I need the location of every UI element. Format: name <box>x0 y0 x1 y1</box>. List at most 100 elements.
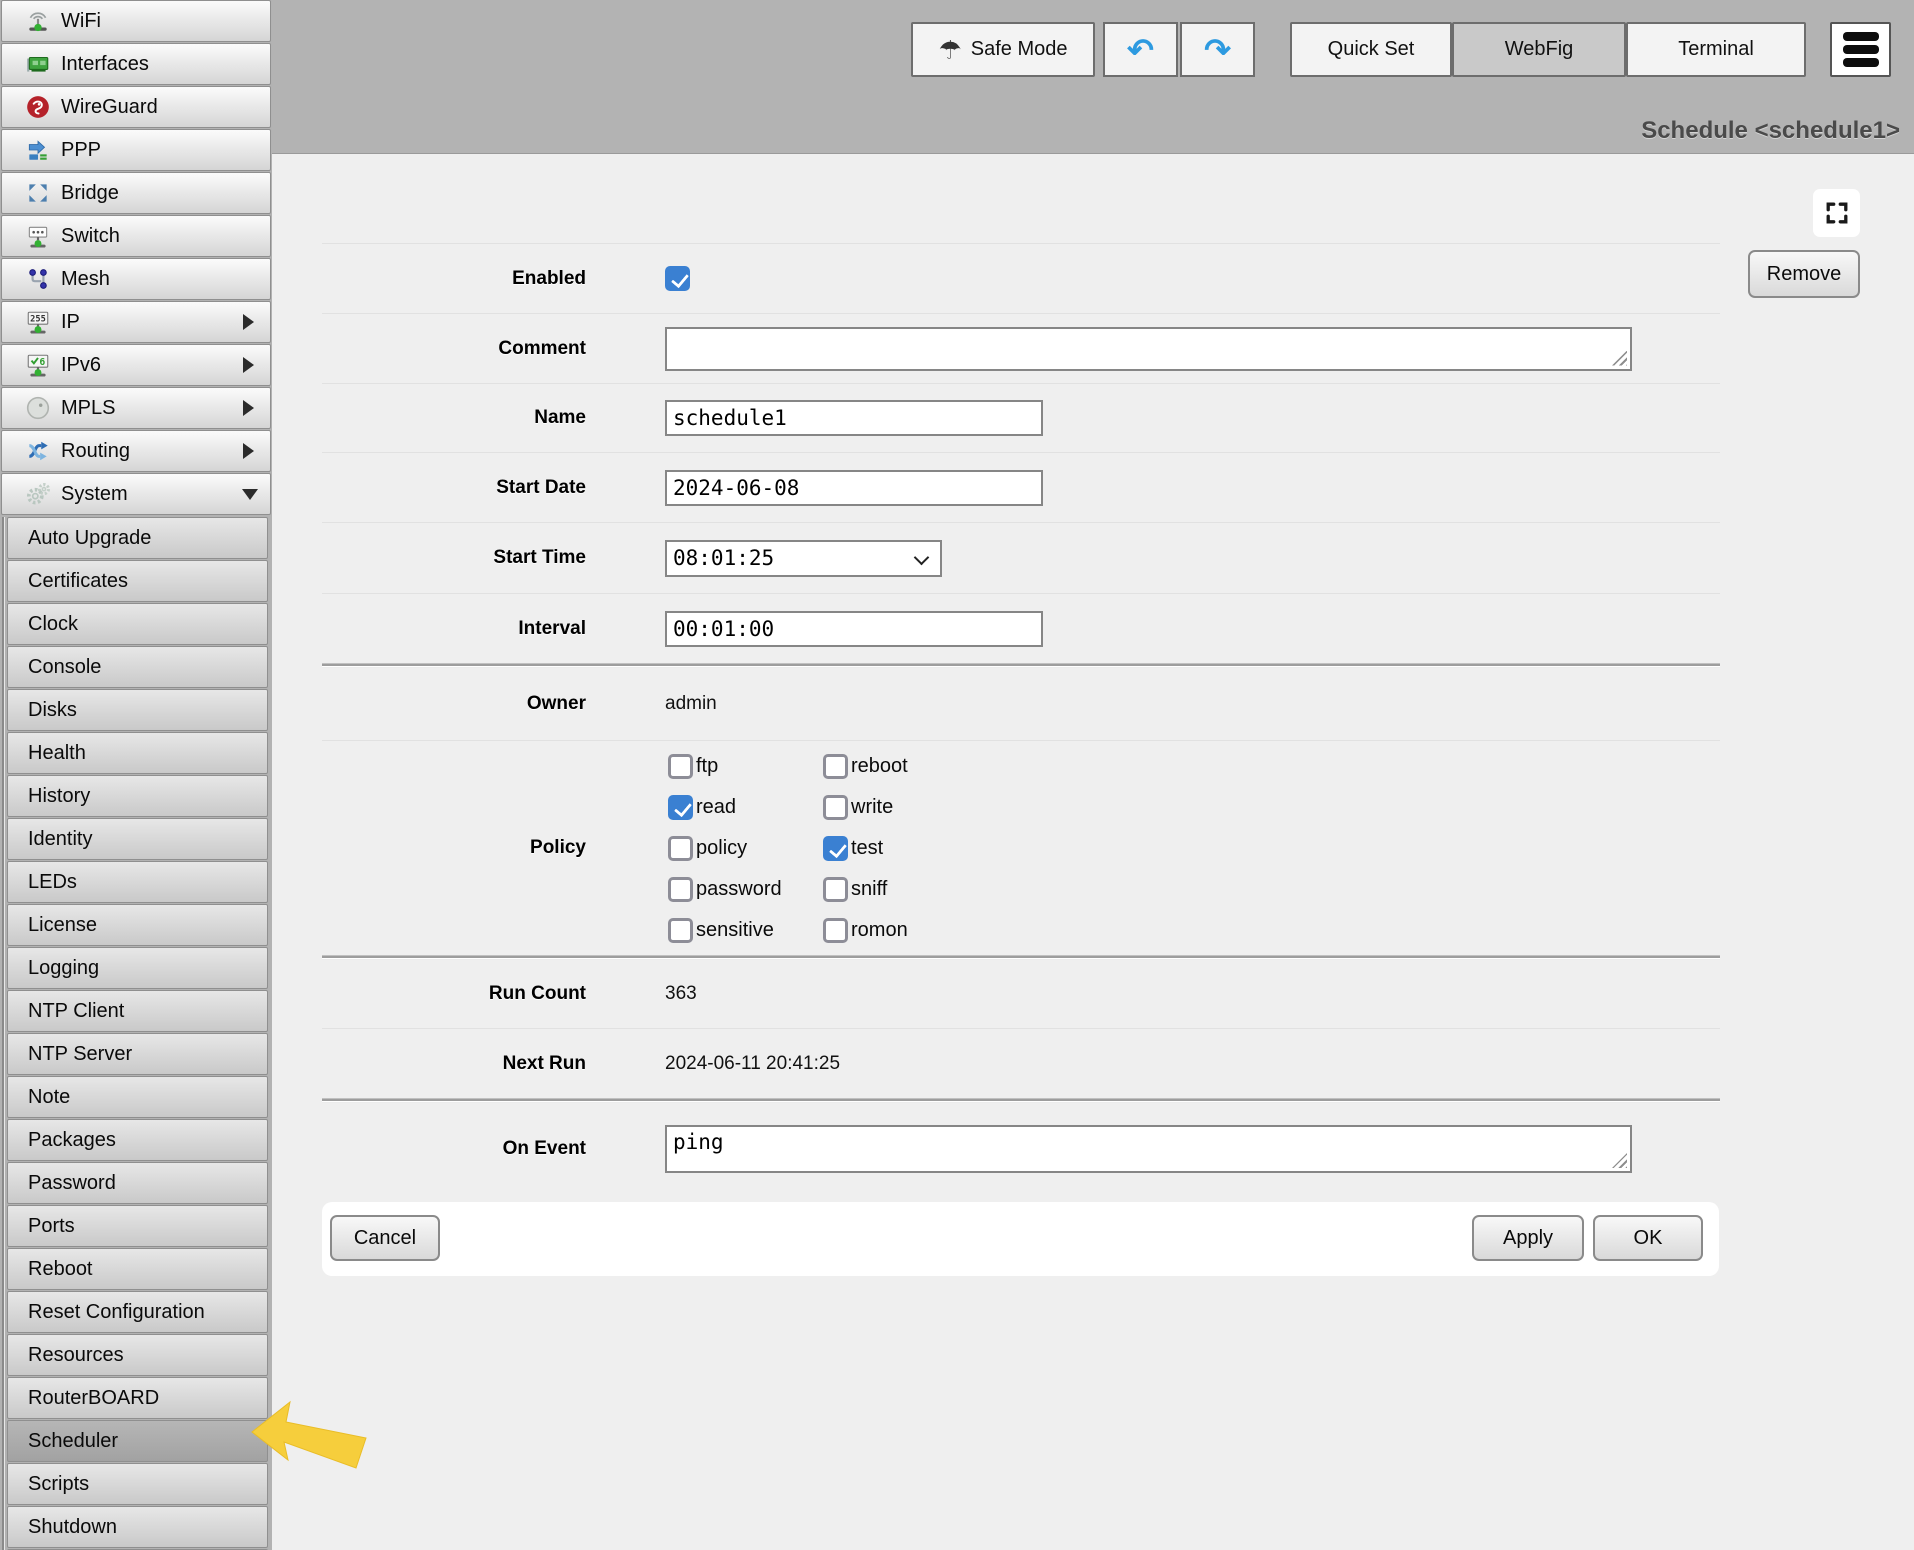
sidebar-subitem[interactable]: Note <box>7 1076 268 1118</box>
policy-option[interactable]: sniff <box>823 877 908 902</box>
umbrella-icon: ☂ <box>938 37 961 63</box>
policy-option[interactable]: test <box>823 836 908 861</box>
terminal-tab[interactable]: Terminal <box>1626 22 1806 77</box>
policy-option[interactable]: romon <box>823 918 908 943</box>
sidebar-subitem[interactable]: Health <box>7 732 268 774</box>
sidebar-subitem-label: Auto Upgrade <box>28 527 151 550</box>
policy-checkbox[interactable] <box>668 836 693 861</box>
policy-checkbox[interactable] <box>823 836 848 861</box>
interfaces-icon <box>24 50 52 78</box>
safe-mode-label: Safe Mode <box>971 38 1068 61</box>
policy-option-label: sensitive <box>696 919 774 942</box>
policy-checkbox[interactable] <box>823 754 848 779</box>
policy-checkbox[interactable] <box>668 795 693 820</box>
sidebar-item[interactable]: 255 IP <box>1 301 271 343</box>
sidebar-subitem-label: Password <box>28 1172 116 1195</box>
sidebar-subitem[interactable]: Clock <box>7 603 268 645</box>
ok-button[interactable]: OK <box>1593 1215 1703 1261</box>
sidebar-subitem[interactable]: LEDs <box>7 861 268 903</box>
sidebar-subitem[interactable]: Console <box>7 646 268 688</box>
policy-option[interactable]: read <box>668 795 823 820</box>
on-event-row: On Event ping <box>322 1103 1720 1195</box>
sidebar-subitem[interactable]: Identity <box>7 818 268 860</box>
wireguard-icon <box>24 93 52 121</box>
policy-option[interactable]: password <box>668 877 823 902</box>
hamburger-menu-button[interactable] <box>1830 22 1891 77</box>
interval-input[interactable] <box>665 611 1043 647</box>
policy-checkbox[interactable] <box>668 918 693 943</box>
webfig-tab[interactable]: WebFig <box>1452 22 1626 77</box>
start-time-row: Start Time 08:01:25 <box>322 522 1720 593</box>
interval-row: Interval <box>322 593 1720 663</box>
sidebar-subitem[interactable]: Packages <box>7 1119 268 1161</box>
run-count-label: Run Count <box>322 983 586 1005</box>
fullscreen-icon[interactable] <box>1813 189 1860 237</box>
policy-option[interactable]: reboot <box>823 754 908 779</box>
sidebar-item[interactable]: PPP <box>1 129 271 171</box>
cancel-button[interactable]: Cancel <box>330 1215 440 1261</box>
redo-button[interactable]: ↷ <box>1180 22 1255 77</box>
sidebar-item-label: IP <box>61 311 80 334</box>
sidebar-item[interactable]: WiFi <box>1 0 271 42</box>
policy-option[interactable]: write <box>823 795 908 820</box>
sidebar-subitem[interactable]: NTP Client <box>7 990 268 1032</box>
sidebar-subitem[interactable]: Auto Upgrade <box>7 517 268 559</box>
policy-checkbox[interactable] <box>823 877 848 902</box>
start-date-row: Start Date <box>322 452 1720 522</box>
sidebar-subitem-label: NTP Client <box>28 1000 124 1023</box>
sidebar-subitem[interactable]: Certificates <box>7 560 268 602</box>
sidebar-subitem[interactable]: Shutdown <box>7 1506 268 1548</box>
sidebar-item[interactable]: MPLS <box>1 387 271 429</box>
sidebar-subitem-label: NTP Server <box>28 1043 132 1066</box>
sidebar-subitem[interactable]: Resources <box>7 1334 268 1376</box>
sidebar-item[interactable]: System <box>1 473 271 515</box>
safe-mode-button[interactable]: ☂ Safe Mode <box>911 22 1095 77</box>
sidebar-subitem[interactable]: NTP Server <box>7 1033 268 1075</box>
sidebar-subitem[interactable]: Logging <box>7 947 268 989</box>
sidebar-item[interactable]: WireGuard <box>1 86 271 128</box>
policy-option[interactable]: policy <box>668 836 823 861</box>
owner-value: admin <box>665 693 717 715</box>
sidebar-subitem[interactable]: History <box>7 775 268 817</box>
name-input[interactable] <box>665 400 1043 436</box>
on-event-label: On Event <box>322 1138 586 1160</box>
apply-button[interactable]: Apply <box>1472 1215 1584 1261</box>
sidebar-item-label: Switch <box>61 225 120 248</box>
undo-button[interactable]: ↶ <box>1103 22 1178 77</box>
sidebar-subitem[interactable]: Scheduler <box>7 1420 268 1462</box>
sidebar-subitem[interactable]: Scripts <box>7 1463 268 1505</box>
policy-option[interactable]: sensitive <box>668 918 823 943</box>
quick-set-tab[interactable]: Quick Set <box>1290 22 1452 77</box>
enabled-checkbox[interactable] <box>665 266 690 291</box>
policy-option[interactable]: ftp <box>668 754 823 779</box>
sidebar-item[interactable]: Switch <box>1 215 271 257</box>
remove-button[interactable]: Remove <box>1748 250 1860 298</box>
sidebar-subitem[interactable]: Reset Configuration <box>7 1291 268 1333</box>
policy-checkbox[interactable] <box>668 754 693 779</box>
svg-text:6: 6 <box>39 357 45 368</box>
sidebar-subitem[interactable]: Ports <box>7 1205 268 1247</box>
policy-checkbox[interactable] <box>823 918 848 943</box>
sidebar-item[interactable]: Interfaces <box>1 43 271 85</box>
start-date-input[interactable] <box>665 470 1043 506</box>
undo-icon: ↶ <box>1127 34 1154 66</box>
policy-checkbox[interactable] <box>823 795 848 820</box>
start-time-select[interactable]: 08:01:25 <box>665 540 942 577</box>
system-icon <box>24 480 52 508</box>
policy-checkbox[interactable] <box>668 877 693 902</box>
undo-redo-group: ↶ ↷ <box>1103 22 1255 77</box>
sidebar-item[interactable]: 6 IPv6 <box>1 344 271 386</box>
comment-input[interactable] <box>665 327 1632 371</box>
enabled-label: Enabled <box>322 268 586 290</box>
on-event-input[interactable]: ping <box>665 1125 1632 1173</box>
sidebar-item[interactable]: Bridge <box>1 172 271 214</box>
sidebar-subitem[interactable]: License <box>7 904 268 946</box>
sidebar-item[interactable]: Mesh <box>1 258 271 300</box>
policy-label: Policy <box>322 837 586 859</box>
sidebar-subitem[interactable]: Reboot <box>7 1248 268 1290</box>
sidebar-subitem[interactable]: RouterBOARD <box>7 1377 268 1419</box>
sidebar-subitem[interactable]: Disks <box>7 689 268 731</box>
sidebar-item[interactable]: Routing <box>1 430 271 472</box>
policy-option-label: reboot <box>851 755 908 778</box>
sidebar-subitem[interactable]: Password <box>7 1162 268 1204</box>
